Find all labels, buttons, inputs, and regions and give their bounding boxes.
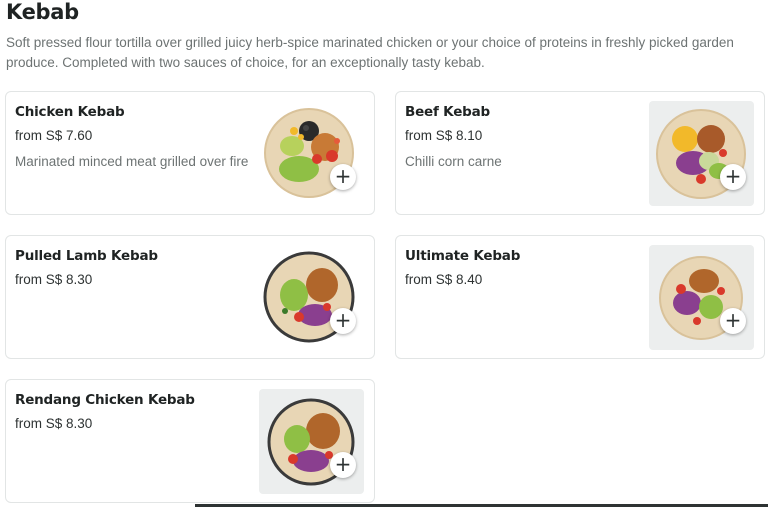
item-price: from S$ 8.10 <box>405 128 483 143</box>
add-to-cart-button[interactable]: + <box>330 164 356 190</box>
item-name: Chicken Kebab <box>15 104 125 120</box>
item-price: from S$ 8.30 <box>15 416 93 431</box>
item-description: Marinated minced meat grilled over fire <box>15 154 249 169</box>
menu-item-chicken-kebab[interactable]: Chicken Kebab from S$ 7.60 Marinated min… <box>5 91 375 215</box>
item-name: Beef Kebab <box>405 104 490 120</box>
menu-item-ultimate-kebab[interactable]: Ultimate Kebab from S$ 8.40 + <box>395 235 765 359</box>
item-price: from S$ 7.60 <box>15 128 93 143</box>
menu-item-pulled-lamb-kebab[interactable]: Pulled Lamb Kebab from S$ 8.30 + <box>5 235 375 359</box>
section-title: Kebab <box>6 0 79 24</box>
section-description: Soft pressed flour tortilla over grilled… <box>6 35 734 70</box>
item-name: Rendang Chicken Kebab <box>15 392 195 408</box>
ultimate-kebab-image[interactable]: + <box>649 245 754 350</box>
item-name: Pulled Lamb Kebab <box>15 248 158 264</box>
plus-icon: + <box>334 452 352 476</box>
beef-kebab-image[interactable]: + <box>649 101 754 206</box>
plus-icon: + <box>334 308 352 332</box>
plus-icon: + <box>334 164 352 188</box>
item-price: from S$ 8.30 <box>15 272 93 287</box>
pulled-lamb-kebab-image[interactable]: + <box>259 245 364 350</box>
menu-section: Kebab Soft pressed flour tortilla over g… <box>0 0 768 507</box>
add-to-cart-button[interactable]: + <box>720 308 746 334</box>
item-price: from S$ 8.40 <box>405 272 483 287</box>
add-to-cart-button[interactable]: + <box>330 452 356 478</box>
item-description: Chilli corn carne <box>405 154 502 169</box>
chicken-kebab-image[interactable]: + <box>259 101 364 206</box>
menu-item-rendang-chicken-kebab[interactable]: Rendang Chicken Kebab from S$ 8.30 + <box>5 379 375 503</box>
add-to-cart-button[interactable]: + <box>330 308 356 334</box>
item-name: Ultimate Kebab <box>405 248 521 264</box>
plus-icon: + <box>724 164 742 188</box>
rendang-chicken-kebab-image[interactable]: + <box>259 389 364 494</box>
menu-item-beef-kebab[interactable]: Beef Kebab from S$ 8.10 Chilli corn carn… <box>395 91 765 215</box>
plus-icon: + <box>724 308 742 332</box>
add-to-cart-button[interactable]: + <box>720 164 746 190</box>
